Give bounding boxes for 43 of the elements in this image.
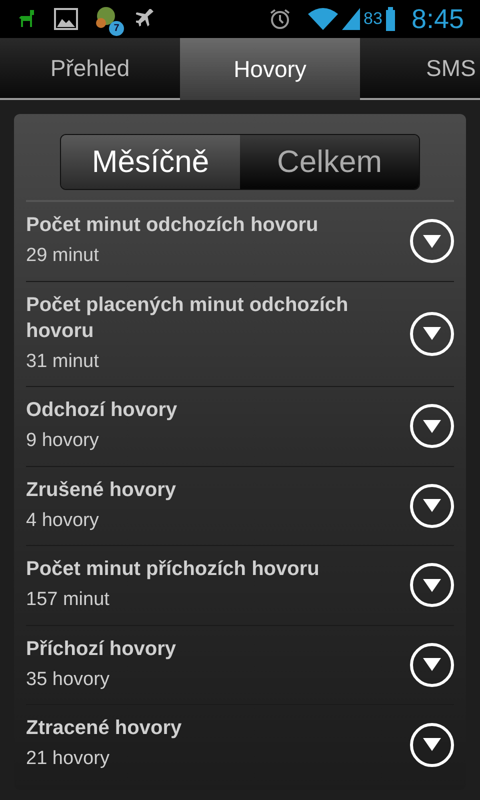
stat-value: 4 hovory [26, 508, 100, 532]
down-triangle-icon [423, 234, 441, 248]
stat-value: 157 minut [26, 588, 110, 612]
down-triangle-icon [423, 420, 441, 433]
tab[interactable]: Hovory [180, 38, 360, 100]
stat-title: Počet placených minut odchozích hovoru [26, 292, 350, 344]
expand-button[interactable] [410, 404, 454, 448]
down-triangle-icon [423, 327, 441, 340]
down-triangle-icon [423, 578, 441, 592]
stat-value: 31 minut [26, 350, 100, 374]
battery-icon [386, 7, 396, 31]
expand-button[interactable] [410, 563, 454, 608]
stat-value: 35 hovory [26, 668, 110, 692]
stat-title: Příchozí hovory [26, 636, 178, 662]
tab[interactable]: SMS [360, 38, 480, 100]
expand-button[interactable] [410, 722, 454, 766]
expand-button[interactable] [410, 642, 454, 687]
expand-button[interactable] [410, 484, 454, 528]
stat-title: Odchozí hovory [26, 398, 178, 423]
down-triangle-icon [423, 499, 441, 512]
stat-title: Počet minut příchozích hovoru [26, 557, 320, 582]
stat-value: 29 minut [26, 244, 100, 268]
expand-button[interactable] [410, 312, 454, 356]
down-triangle-icon [423, 658, 441, 672]
notification-badge: 7 [109, 21, 124, 36]
segment-button[interactable]: Celkem [240, 135, 419, 189]
stat-title: Ztracené hovory [26, 716, 183, 742]
segment-button[interactable]: Měsíčně [61, 135, 240, 189]
signal-icon [342, 8, 360, 30]
battery-level: 83 [364, 8, 382, 30]
airplane-icon [136, 9, 156, 29]
image-icon [54, 8, 78, 30]
wifi-icon [308, 8, 338, 30]
stat-value: 9 hovory [26, 429, 100, 453]
alarm-clock-icon [268, 7, 292, 31]
down-triangle-icon [423, 738, 441, 751]
stat-value: 21 hovory [26, 747, 110, 772]
tab[interactable]: Přehled [0, 38, 180, 100]
stat-title: Počet minut odchozích hovoru [26, 213, 320, 238]
clock: 8:45 [411, 2, 464, 36]
stat-title: Zrušené hovory [26, 478, 178, 502]
expand-button[interactable] [410, 219, 454, 264]
chat-bubbles-icon [94, 6, 118, 30]
